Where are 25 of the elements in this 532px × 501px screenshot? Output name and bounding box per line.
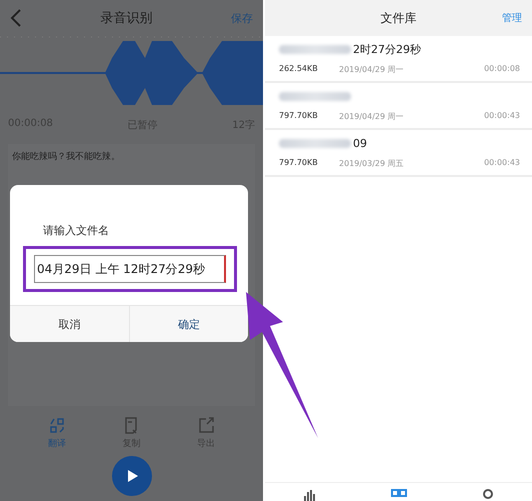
file-row[interactable]: 797.70KB 2019/04/29 周一 00:00:43: [265, 83, 532, 130]
file-name: 09: [353, 137, 367, 150]
export-icon: [196, 416, 215, 434]
back-icon[interactable]: [10, 9, 22, 27]
file-date: 2019/04/29 周一: [339, 64, 404, 75]
cancel-button[interactable]: 取消: [10, 306, 128, 342]
file-size: 262.54KB: [279, 64, 319, 75]
file-size: 797.70KB: [279, 111, 319, 122]
file-name: 2时27分29秒: [353, 42, 421, 57]
file-date: 2019/03/29 周五: [339, 158, 404, 169]
transcript-text: 你能吃辣吗？我不能吃辣。: [12, 150, 121, 163]
file-date: 2019/04/29 周一: [339, 111, 404, 122]
file-duration: 00:00:43: [484, 111, 520, 122]
file-duration: 00:00:08: [484, 64, 520, 75]
file-duration: 00:00:43: [484, 158, 520, 169]
play-button[interactable]: [112, 456, 152, 496]
filename-field[interactable]: 04月29日 上午 12时27分29秒: [34, 255, 226, 283]
screen-title: 录音识别: [100, 10, 152, 27]
file-size: 797.70KB: [279, 158, 319, 169]
file-row[interactable]: 09 797.70KB 2019/03/29 周五 00:00:43: [265, 130, 532, 177]
scan-icon: [48, 416, 66, 434]
screen-title: 文件库: [380, 10, 416, 26]
dialog-prompt: 请输入文件名: [43, 223, 110, 238]
bars-icon[interactable]: [302, 487, 318, 501]
file-row[interactable]: 2时27分29秒 262.54KB 2019/04/29 周一 00:00:08: [265, 36, 532, 83]
